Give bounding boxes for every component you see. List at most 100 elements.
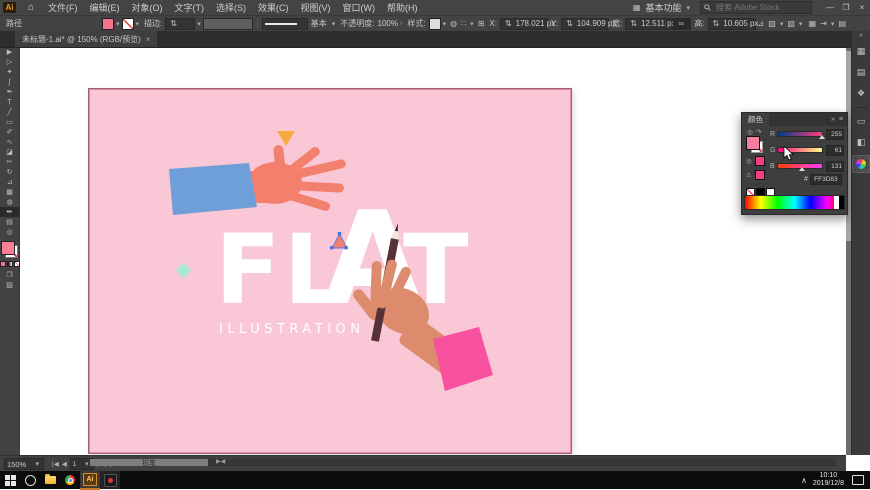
menu-help[interactable]: 帮助(H) [381, 1, 424, 14]
screen-mode-button[interactable]: ▨ [0, 280, 19, 290]
first-artboard-button[interactable]: |◀ [52, 460, 59, 468]
opacity-value[interactable]: 100% [378, 19, 398, 28]
color-mode-color[interactable] [0, 261, 6, 267]
transform-grid-icon[interactable]: ⊞ [478, 19, 485, 28]
height-field[interactable]: ⇅ 10.605 px [707, 17, 758, 30]
menu-effect[interactable]: 效果(C) [252, 1, 295, 14]
tool-paintbrush[interactable]: ✐ [0, 127, 19, 137]
home-icon[interactable]: ⌂ [28, 2, 34, 13]
shape-mode-icon[interactable]: ▧ [768, 19, 776, 28]
file-explorer-button[interactable] [40, 471, 60, 489]
panel-fill-stroke-control[interactable] [746, 136, 763, 153]
start-button[interactable] [0, 471, 20, 489]
y-value[interactable]: 104.909 px [577, 19, 617, 28]
tool-scale[interactable]: ⊿ [0, 177, 19, 187]
chevron-down-icon[interactable]: ▾ [443, 20, 447, 28]
menu-type[interactable]: 文字(T) [169, 1, 211, 14]
menu-view[interactable]: 视图(V) [295, 1, 337, 14]
previous-artboard-button[interactable]: ◀ [62, 460, 67, 468]
stepper-icon[interactable]: ⇅ [505, 19, 512, 28]
blue-value-field[interactable]: 131 [825, 160, 844, 172]
tool-pencil[interactable]: ✏ [0, 207, 19, 217]
tool-shape-builder[interactable]: ◍ [0, 197, 19, 207]
brush-definition-field[interactable] [261, 17, 308, 30]
tool-free-transform[interactable]: ▦ [0, 187, 19, 197]
width-value[interactable]: 12.511 px [641, 19, 676, 28]
blue-slider-thumb[interactable] [799, 167, 806, 171]
menu-file[interactable]: 文件(F) [42, 1, 84, 14]
tool-scissors[interactable]: ✂ [0, 157, 19, 167]
search-input[interactable] [714, 2, 808, 13]
screen-recorder-button[interactable] [100, 471, 120, 489]
share-icon[interactable]: ⇥ [820, 19, 827, 28]
tool-line-segment[interactable]: ╱ [0, 107, 19, 117]
green-value-field[interactable]: 61 [825, 144, 844, 156]
stock-search[interactable] [700, 1, 812, 14]
link-dimensions-button[interactable]: ∞ [673, 17, 692, 30]
cortana-button[interactable] [20, 471, 40, 489]
chevron-down-icon[interactable]: ▾ [780, 20, 784, 28]
black-spectrum-swatch[interactable] [839, 196, 844, 209]
swatches-panel-icon[interactable]: ▤ [853, 64, 869, 81]
expand-panels-icon[interactable]: « [859, 31, 863, 41]
taskbar-clock[interactable]: 10:10 2019/12/8 [813, 472, 844, 488]
tool-eraser[interactable]: ◪ [0, 147, 19, 157]
color-panel-icon[interactable] [852, 155, 870, 173]
hex-value-field[interactable]: FF3D83 [809, 174, 842, 185]
tool-direct-selection[interactable]: ▷ [0, 57, 19, 67]
tool-type[interactable]: T [0, 97, 19, 107]
tool-zoom[interactable]: ◎ [0, 227, 19, 237]
color-mode-gradient[interactable] [6, 261, 13, 267]
menu-window[interactable]: 窗口(W) [337, 1, 382, 14]
scrollbar-arrows-icon[interactable]: ▶◀ [216, 459, 225, 466]
color-panel-tab[interactable]: 颜色 [742, 113, 769, 126]
layers-panel-icon[interactable]: ◧ [853, 134, 869, 151]
tool-pen[interactable]: ✒ [0, 87, 19, 97]
zoom-level-field[interactable]: 150% ▾ [4, 458, 44, 470]
drawing-mode-button[interactable]: ❐ [0, 270, 19, 280]
expand-style-icon[interactable]: ▨ [787, 19, 795, 28]
menu-select[interactable]: 选择(S) [210, 1, 252, 14]
out-of-gamut-warning-icon[interactable]: ⚠ [746, 171, 752, 179]
tool-rotate[interactable]: ↻ [0, 167, 19, 177]
gamut-warning-icon[interactable]: ◎ [747, 128, 753, 136]
x-field[interactable]: ⇅ 178.021 px [499, 17, 555, 30]
show-hidden-icons-button[interactable]: ∧ [801, 476, 807, 485]
docs-layout-icon[interactable]: ▤ [838, 19, 846, 28]
chevron-down-icon[interactable]: ▾ [35, 460, 39, 468]
tool-shaper[interactable]: ∿ [0, 137, 19, 147]
horizontal-scrollbar[interactable]: 铅笔 ▶◀ [88, 459, 836, 467]
menu-object[interactable]: 对象(O) [126, 1, 169, 14]
chevron-down-icon[interactable]: ▾ [332, 20, 336, 28]
color-spectrum-bar[interactable] [744, 195, 845, 210]
canvas-area[interactable]: FL A T ILLUSTRATION [19, 47, 845, 455]
chevron-down-icon[interactable]: ▾ [470, 20, 474, 28]
close-tab-icon[interactable]: × [146, 35, 151, 44]
red-value-field[interactable]: 255 [825, 128, 844, 140]
arrange-documents-icon[interactable]: ▦ [809, 19, 817, 28]
chevron-down-icon[interactable]: ▾ [136, 20, 140, 28]
chevron-down-icon[interactable]: ▾ [831, 20, 835, 28]
style-swatch[interactable] [428, 17, 441, 30]
workspace-switcher[interactable]: ▦ 基本功能 ▾ [631, 1, 692, 14]
stepper-icon[interactable]: ⇅ [170, 19, 177, 28]
gamut-color-swatch[interactable] [755, 156, 765, 166]
web-color-swatch[interactable] [755, 170, 765, 180]
web-safe-icon[interactable]: ◎ [746, 157, 752, 165]
stepper-icon[interactable]: ⇅ [713, 19, 720, 28]
tool-mesh[interactable]: ▤ [0, 217, 19, 227]
chevron-down-icon[interactable]: ▾ [799, 20, 803, 28]
fill-color-swatch[interactable] [102, 17, 114, 30]
close-button[interactable]: × [854, 3, 870, 12]
align-icon[interactable]: ∷ [461, 19, 466, 28]
app-logo[interactable]: Ai [3, 2, 16, 13]
shear-icon[interactable]: ⊿ [758, 19, 765, 28]
tool-lasso[interactable]: ʃ [0, 77, 19, 87]
chevron-down-icon[interactable]: ▾ [197, 20, 201, 28]
transform-panel-icon[interactable]: ▦ [853, 43, 869, 60]
fill-proxy[interactable] [1, 241, 15, 255]
menu-edit[interactable]: 编辑(E) [84, 1, 126, 14]
minimize-button[interactable]: — [822, 3, 838, 12]
chrome-button[interactable] [60, 471, 80, 489]
document-tab[interactable]: 未标题-1.ai* @ 150% (RGB/预览) × [15, 31, 158, 47]
